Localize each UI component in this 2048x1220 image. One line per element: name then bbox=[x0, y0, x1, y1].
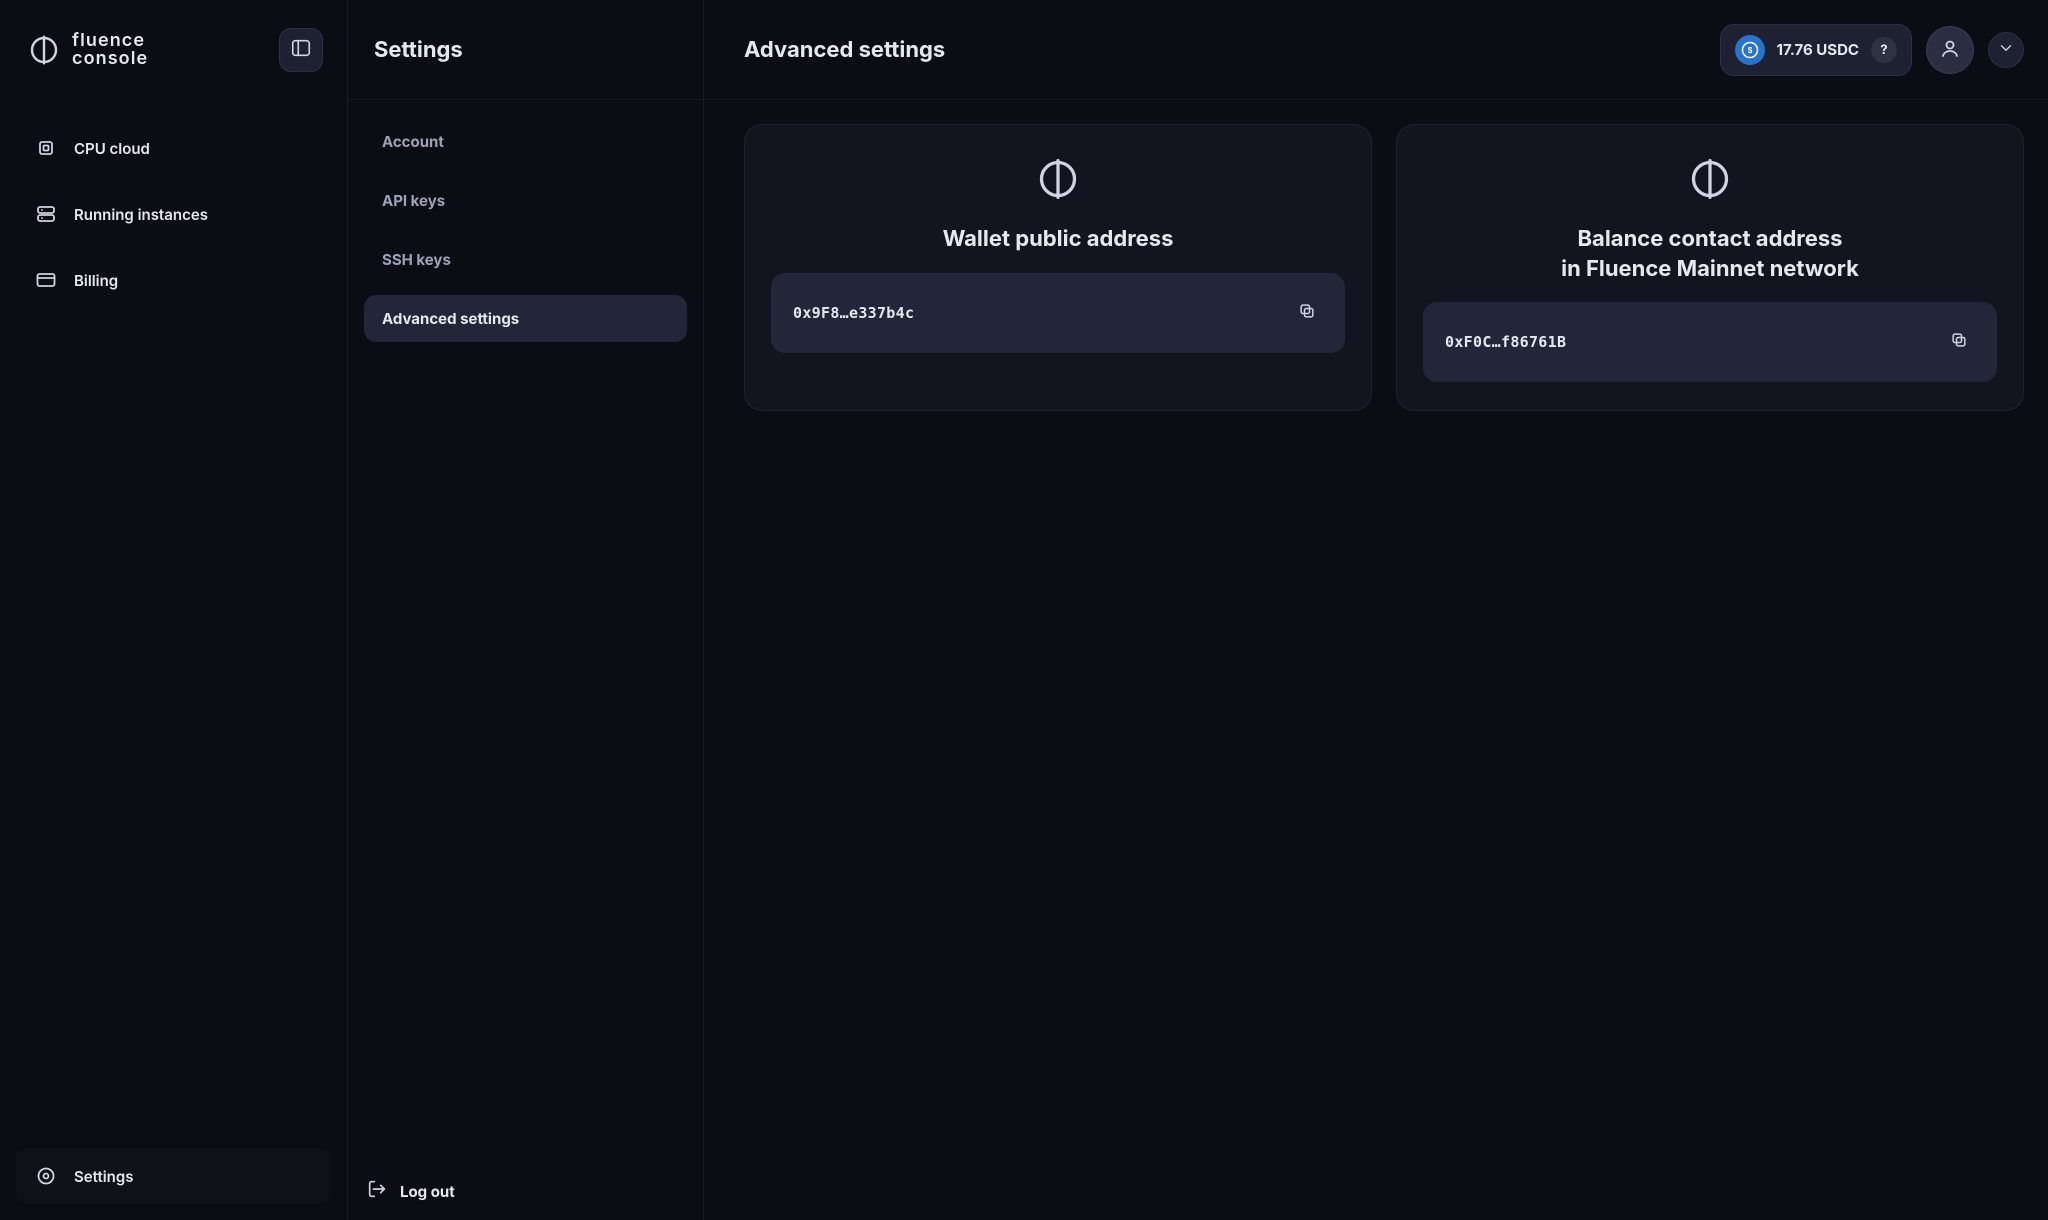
wallet-card-logo-icon bbox=[1030, 151, 1086, 207]
logout-button[interactable]: Log out bbox=[366, 1178, 685, 1204]
sidebar-item-label: Running instances bbox=[74, 205, 208, 224]
wallet-card-title: Wallet public address bbox=[943, 225, 1174, 255]
gear-icon bbox=[32, 1162, 60, 1190]
balance-chip[interactable]: $ 17.76 USDC ? bbox=[1720, 24, 1912, 76]
topbar-right: $ 17.76 USDC ? bbox=[1720, 24, 2024, 76]
chevron-down-icon bbox=[1997, 39, 2015, 61]
brand-text: fluence console bbox=[72, 32, 148, 68]
balance-address-value: 0xF0C…f86761B bbox=[1445, 333, 1566, 351]
sidebar-footer: Settings bbox=[0, 1132, 347, 1220]
subnav-title: Settings bbox=[348, 0, 703, 100]
balance-address-field: 0xF0C…f86761B bbox=[1423, 302, 1997, 382]
sidebar-item-label: CPU cloud bbox=[74, 139, 150, 158]
avatar-button[interactable] bbox=[1926, 26, 1974, 74]
brand-row: fluence console bbox=[0, 0, 347, 100]
cpu-icon bbox=[32, 134, 60, 162]
subnav-item-ssh-keys[interactable]: SSH keys bbox=[364, 236, 687, 283]
balance-card-title-line1: Balance contact address bbox=[1578, 226, 1843, 252]
balance-amount: 17.76 USDC bbox=[1777, 40, 1859, 59]
avatar-icon bbox=[1938, 36, 1962, 64]
copy-wallet-address-button[interactable] bbox=[1291, 297, 1323, 329]
subnav-item-advanced-settings[interactable]: Advanced settings bbox=[364, 295, 687, 342]
copy-balance-address-button[interactable] bbox=[1943, 326, 1975, 358]
sidebar-item-billing[interactable]: Billing bbox=[16, 252, 331, 308]
balance-currency: USDC bbox=[1816, 40, 1859, 59]
sidebar-collapse-button[interactable] bbox=[279, 28, 323, 72]
balance-help-button[interactable]: ? bbox=[1871, 37, 1897, 63]
sidebar-item-cpu-cloud[interactable]: CPU cloud bbox=[16, 120, 331, 176]
page-title: Advanced settings bbox=[744, 37, 945, 63]
subnav-item-account[interactable]: Account bbox=[364, 118, 687, 165]
wallet-address-value: 0x9F8…e337b4c bbox=[793, 304, 914, 322]
copy-icon bbox=[1949, 330, 1969, 354]
brand: fluence console bbox=[28, 32, 148, 68]
panel-left-icon bbox=[290, 37, 312, 63]
sidebar: fluence console CPU cloud bbox=[0, 0, 348, 1220]
sidebar-item-settings[interactable]: Settings bbox=[16, 1148, 331, 1204]
subnav-item-api-keys[interactable]: API keys bbox=[364, 177, 687, 224]
svg-text:$: $ bbox=[1747, 46, 1752, 55]
balance-address-card: Balance contact address in Fluence Mainn… bbox=[1396, 124, 2024, 411]
account-menu-toggle[interactable] bbox=[1988, 32, 2024, 68]
brand-line2: console bbox=[72, 50, 148, 68]
settings-subnav: Settings Account API keys SSH keys Advan… bbox=[348, 0, 704, 1220]
main: Advanced settings $ 17.76 USDC ? bbox=[704, 0, 2048, 1220]
subnav-list: Account API keys SSH keys Advanced setti… bbox=[348, 100, 703, 360]
balance-card-title-line2: in Fluence Mainnet network bbox=[1561, 256, 1859, 282]
fluence-logo-icon bbox=[28, 34, 60, 66]
sidebar-item-label: Settings bbox=[74, 1167, 133, 1186]
usdc-icon: $ bbox=[1735, 35, 1765, 65]
topbar: Advanced settings $ 17.76 USDC ? bbox=[704, 0, 2048, 100]
sidebar-nav: CPU cloud Running instances Billing bbox=[0, 108, 347, 320]
wallet-address-field: 0x9F8…e337b4c bbox=[771, 273, 1345, 353]
logout-label: Log out bbox=[400, 1182, 455, 1201]
wallet-card: Wallet public address 0x9F8…e337b4c bbox=[744, 124, 1372, 411]
copy-icon bbox=[1297, 301, 1317, 325]
balance-number: 17.76 bbox=[1777, 40, 1813, 59]
logout-icon bbox=[366, 1178, 388, 1204]
balance-card-logo-icon bbox=[1682, 151, 1738, 207]
sidebar-item-running-instances[interactable]: Running instances bbox=[16, 186, 331, 242]
content: Wallet public address 0x9F8…e337b4c Bala… bbox=[704, 100, 2048, 435]
balance-card-title: Balance contact address in Fluence Mainn… bbox=[1561, 225, 1859, 284]
credit-card-icon bbox=[32, 266, 60, 294]
sidebar-item-label: Billing bbox=[74, 271, 118, 290]
server-icon bbox=[32, 200, 60, 228]
